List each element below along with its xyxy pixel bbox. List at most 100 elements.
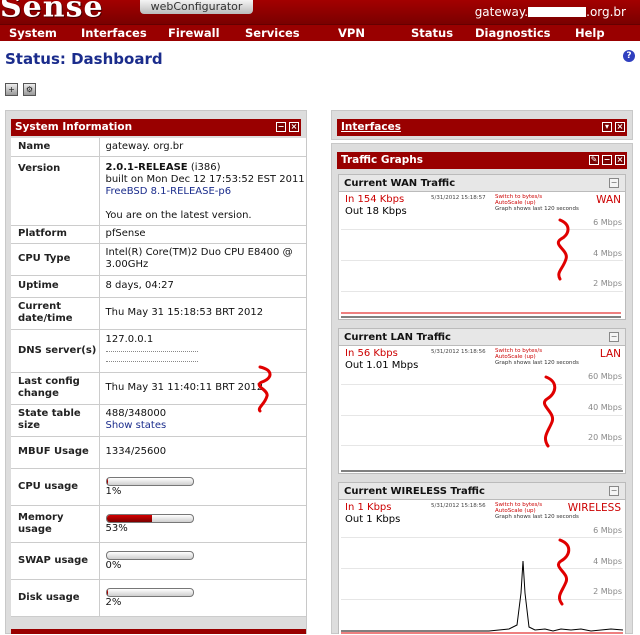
nav-firewall[interactable]: Firewall [168, 25, 220, 41]
minimize-icon[interactable]: − [609, 178, 619, 188]
last-config-label: Last config change [11, 372, 100, 405]
cpu-usage-fill [106, 478, 108, 485]
nav-status[interactable]: Status [411, 25, 453, 41]
nav-services[interactable]: Services [245, 25, 300, 41]
minimize-icon[interactable]: − [602, 155, 612, 165]
webconfigurator-label: webConfigurator [140, 0, 253, 14]
pfsense-logo: Sense [0, 0, 104, 25]
cpu-usage-percent: 1% [105, 486, 122, 497]
wan-tick-4: 4 Mbps [593, 249, 622, 258]
cpu-usage-label: CPU usage [11, 468, 100, 506]
annotation-squiggle [557, 538, 571, 606]
disk-usage-value: 2% [99, 579, 306, 617]
main-nav: System Interfaces Firewall Services VPN … [0, 24, 640, 41]
wireless-timestamp: 5/31/2012 15:18:56 [431, 503, 486, 509]
lan-timestamp: 5/31/2012 15:18:56 [431, 349, 486, 355]
system-info-header: System Information − × [11, 119, 301, 136]
close-icon[interactable]: × [289, 122, 299, 132]
row-swap-usage: SWAP usage 0% [11, 542, 306, 580]
cpu-usage-bar [105, 477, 194, 486]
wireless-graph-note: Graph shows last 120 seconds [495, 514, 579, 520]
lan-iface-label: LAN [599, 348, 621, 360]
nav-system[interactable]: System [9, 25, 57, 41]
disk-usage-bar [105, 588, 194, 597]
minimize-icon[interactable]: − [609, 332, 619, 342]
row-uptime: Uptime 8 days, 04:27 [11, 275, 306, 298]
mbuf-label: MBUF Usage [11, 436, 100, 469]
settings-icon[interactable]: ⚙ [23, 83, 36, 96]
traffic-graphs-title: Traffic Graphs [341, 154, 423, 166]
annotation-squiggle [556, 218, 570, 281]
header-bar: Sense webConfigurator gateway. .org.br [0, 0, 640, 24]
close-icon[interactable]: × [615, 155, 625, 165]
wan-iface-label: WAN [596, 194, 621, 206]
wireless-traffic-plot [341, 560, 624, 634]
wan-traffic-plot [341, 312, 621, 318]
row-name: Name gateway. org.br [11, 138, 306, 157]
wan-switch-units-link[interactable]: Switch to bytes/s AutoScale (up) [495, 194, 542, 206]
name-value: gateway. org.br [99, 138, 306, 157]
swap-usage-percent: 0% [105, 560, 122, 571]
datetime-label: Current date/time [11, 297, 100, 330]
add-widget-icon[interactable]: + [5, 83, 18, 96]
disk-usage-label: Disk usage [11, 579, 100, 617]
row-cpu-usage: CPU usage 1% [11, 468, 306, 506]
help-icon[interactable]: ? [623, 50, 635, 62]
nav-help[interactable]: Help [575, 25, 605, 41]
wan-graph-heading: Current WAN Traffic [339, 175, 625, 192]
lan-graph-heading: Current LAN Traffic [339, 329, 625, 346]
row-mbuf: MBUF Usage 1334/25600 [11, 436, 306, 469]
memory-usage-bar [105, 514, 194, 523]
interfaces-title[interactable]: Interfaces [341, 121, 401, 133]
wireless-switch-units-link[interactable]: Switch to bytes/s AutoScale (up) [495, 502, 542, 514]
nav-diagnostics[interactable]: Diagnostics [475, 25, 551, 41]
datetime-value: Thu May 31 15:18:53 BRT 2012 [99, 297, 306, 330]
freebsd-link[interactable]: FreeBSD 8.1-RELEASE-p6 [106, 186, 232, 197]
lan-switch-units-link[interactable]: Switch to bytes/s AutoScale (up) [495, 348, 542, 360]
wireless-in-rate: In 1 Kbps [345, 502, 392, 513]
annotation-squiggle [257, 365, 272, 413]
memory-usage-label: Memory usage [11, 505, 100, 543]
show-states-link[interactable]: Show states [106, 420, 167, 431]
dns-server-1: 127.0.0.1 [105, 333, 154, 345]
memory-usage-fill [106, 515, 153, 522]
version-arch: (i386) [187, 161, 221, 173]
memory-usage-percent: 53% [105, 523, 128, 534]
interfaces-header: Interfaces ▾ × [337, 119, 627, 136]
page-title: Status: Dashboard [5, 50, 163, 68]
minimize-icon[interactable]: − [609, 486, 619, 496]
state-table-label: State table size [11, 404, 100, 437]
cpu-type-value: Intel(R) Core(TM)2 Duo CPU E8400 @ 3.00G… [99, 243, 306, 276]
nav-interfaces[interactable]: Interfaces [81, 25, 147, 41]
system-info-title: System Information [15, 121, 133, 133]
expand-icon[interactable]: ▾ [602, 122, 612, 132]
wan-graph-widget: Current WAN Traffic − In 154 Kbps Out 18… [338, 174, 626, 320]
swap-usage-bar [105, 551, 194, 560]
wan-tick-6: 6 Mbps [593, 218, 622, 227]
platform-label: Platform [11, 225, 100, 244]
version-label: Version [11, 156, 100, 226]
lan-out-rate: Out 1.01 Mbps [345, 360, 419, 371]
wireless-out-rate: Out 1 Kbps [345, 514, 401, 525]
lan-graph-note: Graph shows last 120 seconds [495, 360, 579, 366]
interfaces-panel: Interfaces ▾ × [331, 110, 633, 140]
wan-in-rate: In 154 Kbps [345, 194, 405, 205]
minimize-icon[interactable]: − [276, 122, 286, 132]
lan-graph-widget: Current LAN Traffic − In 56 Kbps Out 1.0… [338, 328, 626, 474]
disk-usage-fill [106, 589, 109, 596]
traffic-graphs-header: Traffic Graphs ✎ − × [337, 152, 627, 169]
hostname-prefix: gateway. [474, 5, 529, 19]
lan-tick-40: 40 Mbps [588, 403, 622, 412]
version-value: 2.0.1-RELEASE (i386) built on Mon Dec 12… [99, 156, 306, 226]
wrench-icon[interactable]: ✎ [589, 155, 599, 165]
version-built: built on Mon Dec 12 17:53:52 EST 2011 [105, 173, 305, 185]
row-cpu-type: CPU Type Intel(R) Core(TM)2 Duo CPU E840… [11, 243, 306, 276]
close-icon[interactable]: × [615, 122, 625, 132]
wireless-graph-widget: Current WIRELESS Traffic − In 1 Kbps Out… [338, 482, 626, 634]
hostname-suffix: .org.br [586, 5, 626, 19]
row-memory-usage: Memory usage 53% [11, 505, 306, 543]
swap-usage-label: SWAP usage [11, 542, 100, 580]
nav-vpn[interactable]: VPN [338, 25, 365, 41]
swap-usage-value: 0% [99, 542, 306, 580]
state-table-count: 488/348000 [105, 408, 167, 419]
